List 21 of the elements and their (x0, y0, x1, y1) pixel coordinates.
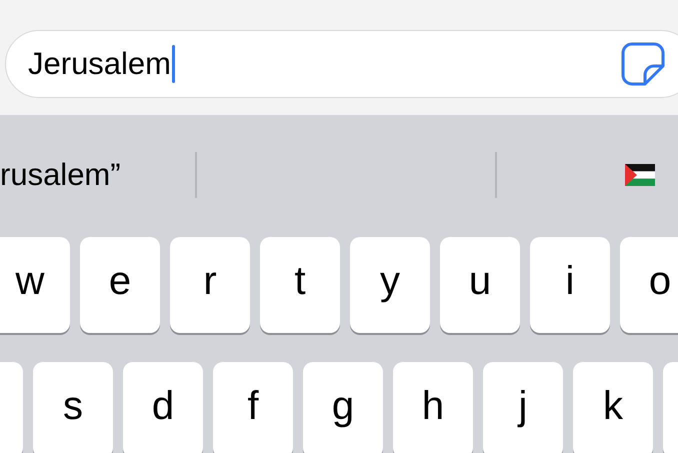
keyboard-key[interactable]: o (620, 237, 678, 333)
keyboard-key[interactable]: r (170, 237, 250, 333)
keyboard-key[interactable]: j (483, 362, 563, 453)
keyboard-key[interactable]: k (573, 362, 653, 453)
keyboard-key[interactable]: y (350, 237, 430, 333)
search-field[interactable]: Jerusalem (5, 30, 678, 98)
keyboard-key[interactable]: i (530, 237, 610, 333)
field-value: Jerusalem (28, 44, 171, 83)
keyboard-key[interactable]: w (0, 237, 70, 333)
sticker-icon (620, 41, 666, 87)
keyboard-key[interactable]: s (33, 362, 113, 453)
text-cursor (172, 45, 175, 83)
keyboard-key[interactable]: u (440, 237, 520, 333)
keyboard-key[interactable]: d (123, 362, 203, 453)
keyboard-key[interactable]: f (213, 362, 293, 453)
suggestion[interactable]: rusalem” (0, 152, 195, 198)
flag-icon[interactable] (625, 164, 655, 186)
keyboard-key[interactable]: t (260, 237, 340, 333)
keyboard-key[interactable]: g (303, 362, 383, 453)
keyboard-key[interactable]: e (80, 237, 160, 333)
keyboard-key[interactable]: h (393, 362, 473, 453)
